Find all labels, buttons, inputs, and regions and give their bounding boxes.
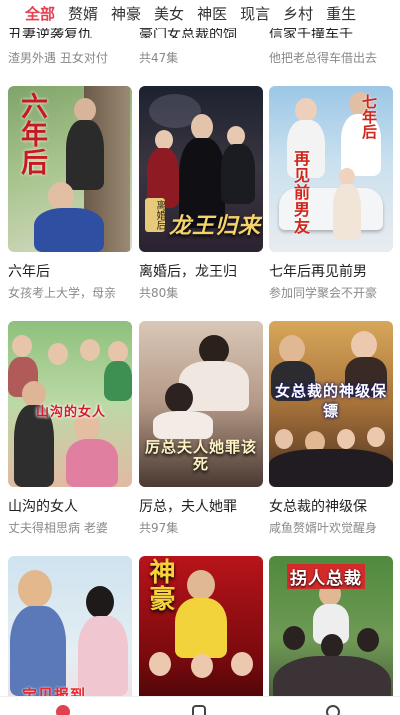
poster-title: 厉总夫人她罪该死 <box>144 438 257 473</box>
card-subtitle: 女孩考上大学，母亲 <box>8 286 117 300</box>
tab-rebirth[interactable]: 重生 <box>313 0 356 28</box>
card-subtitle: 共47集 <box>139 51 179 65</box>
drama-card[interactable]: 山沟的女人 山沟的女人 丈夫得相思病 老婆 <box>8 321 132 537</box>
drama-card[interactable]: 女总裁的神级保镖 女总裁的神级保 咸鱼赘婿叶欢觉醒身 <box>269 321 393 537</box>
card-subtitle: 丈夫得相思病 老婆 <box>8 521 108 535</box>
poster-image[interactable]: 宝贝报到 <box>8 556 132 715</box>
card-subtitle: 他把老总得车借出去 <box>269 51 378 65</box>
drama-card[interactable]: 离婚后 龙王归来 离婚后，龙王归 共80集 <box>139 86 263 302</box>
card-title[interactable]: 离婚后，龙王归 <box>139 262 263 282</box>
tab-beauty[interactable]: 美女 <box>141 0 184 28</box>
card-subtitle: 参加同学聚会不开豪 <box>269 286 378 300</box>
poster-badge: 七年后 <box>360 94 378 139</box>
poster-title: 山沟的女人 <box>36 405 107 420</box>
bottom-nav <box>0 696 400 715</box>
profile-icon[interactable] <box>326 705 340 715</box>
card-subtitle: 共97集 <box>139 521 179 535</box>
poster-badge: 离婚后 <box>145 198 165 232</box>
discover-icon[interactable] <box>192 705 206 715</box>
poster-image[interactable]: 离婚后 龙王归来 <box>139 86 263 252</box>
card-subtitle: 咸鱼赘婿叶欢觉醒身 <box>269 521 378 535</box>
poster-title: 再见前男友 <box>291 150 310 235</box>
poster-title: 神豪 <box>145 558 175 612</box>
previous-row-partial: 丑妻逆袭复仇 渣男外遇 丑女对付 豪门女总裁的饲 共47集 信家千撞车千 他把老… <box>0 27 400 68</box>
poster-image[interactable]: 厉总夫人她罪该死 <box>139 321 263 487</box>
drama-card[interactable]: 七年后 再见前男友 七年后再见前男 参加同学聚会不开豪 <box>269 86 393 302</box>
tab-modern-romance[interactable]: 现言 <box>227 0 270 28</box>
poster-title: 六年后 <box>16 92 47 176</box>
poster-image[interactable]: 七年后 再见前男友 <box>269 86 393 252</box>
poster-image[interactable]: 神豪 <box>139 556 263 715</box>
poster-title: 龙王归来 <box>169 214 262 239</box>
poster-image[interactable]: 拐人总裁 <box>269 556 393 715</box>
card-title[interactable]: 七年后再见前男 <box>269 262 393 282</box>
card-title[interactable]: 山沟的女人 <box>8 497 132 517</box>
poster-title: 拐人总裁 <box>287 564 365 589</box>
card-subtitle: 共80集 <box>139 286 179 300</box>
tab-tycoon[interactable]: 神豪 <box>98 0 141 28</box>
drama-card[interactable]: 拐人总裁 <box>269 556 393 715</box>
tab-all[interactable]: 全部 <box>0 0 55 28</box>
app-screen: 全部 赘婿 神豪 美女 神医 现言 乡村 重生 丑妻逆袭复仇 渣男外遇 丑女对付… <box>0 0 400 715</box>
home-icon[interactable] <box>56 705 70 715</box>
poster-title: 女总裁的神级保镖 <box>275 382 388 420</box>
drama-card[interactable]: 神豪 <box>139 556 263 715</box>
card-title[interactable]: 六年后 <box>8 262 132 282</box>
drama-card[interactable]: 六年后 六年后 女孩考上大学，母亲 <box>8 86 132 302</box>
tab-son-in-law[interactable]: 赘婿 <box>55 0 98 28</box>
poster-image[interactable]: 六年后 <box>8 86 132 252</box>
poster-image[interactable]: 山沟的女人 <box>8 321 132 487</box>
card-title[interactable]: 女总裁的神级保 <box>269 497 393 517</box>
tab-village[interactable]: 乡村 <box>270 0 313 28</box>
category-tabs: 全部 赘婿 神豪 美女 神医 现言 乡村 重生 <box>0 0 400 28</box>
poster-image[interactable]: 女总裁的神级保镖 <box>269 321 393 487</box>
drama-card[interactable]: 宝贝报到 <box>8 556 132 715</box>
card-subtitle: 渣男外遇 丑女对付 <box>8 51 108 65</box>
card-title[interactable]: 厉总，夫人她罪 <box>139 497 263 517</box>
tab-doctor[interactable]: 神医 <box>184 0 227 28</box>
drama-card[interactable]: 厉总夫人她罪该死 厉总，夫人她罪 共97集 <box>139 321 263 537</box>
